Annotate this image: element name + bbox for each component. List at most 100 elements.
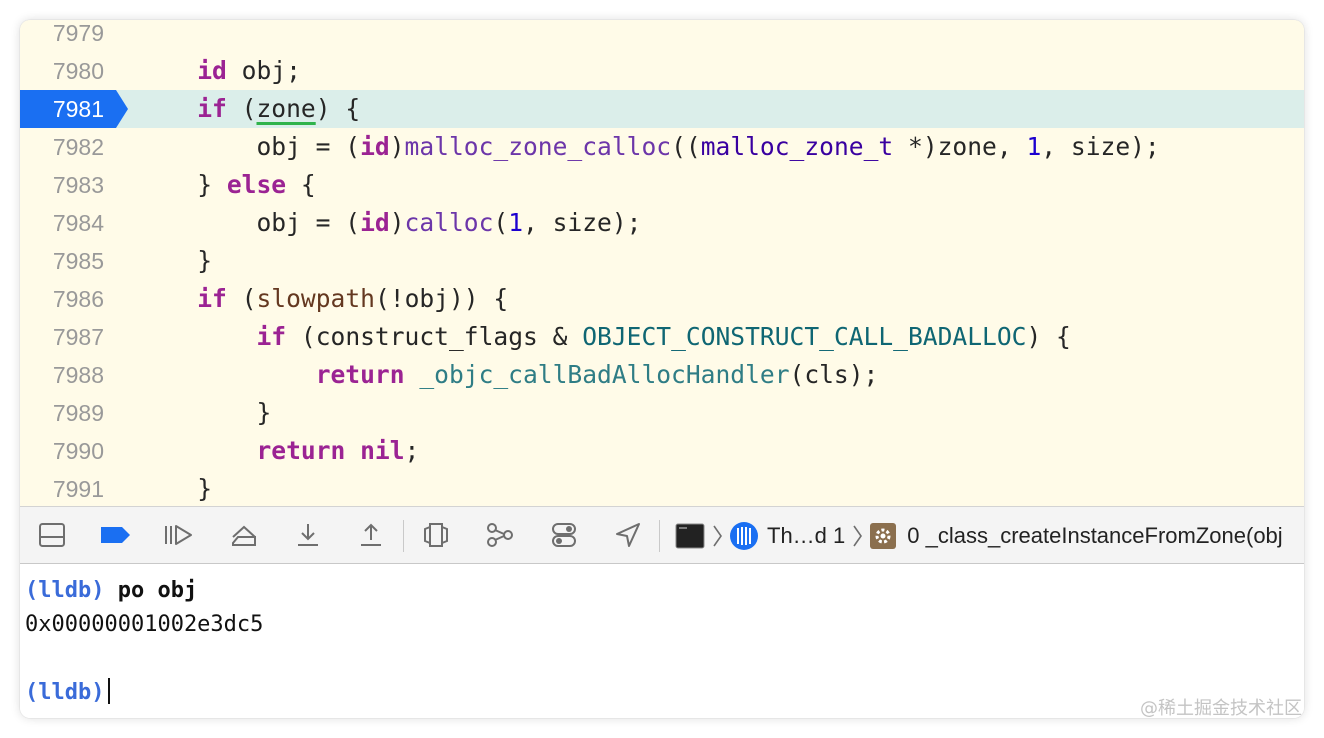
token: *)zone, bbox=[893, 132, 1027, 161]
code-line[interactable]: 7980 id obj; bbox=[20, 52, 1304, 90]
stack-frame-gear-icon bbox=[870, 523, 897, 549]
code-text: id obj; bbox=[138, 52, 301, 90]
breadcrumb-thread[interactable]: Th…d 1 bbox=[767, 523, 845, 549]
code-line[interactable]: 7990 return nil; bbox=[20, 432, 1304, 470]
token-num: 1 bbox=[1026, 132, 1042, 161]
code-line[interactable]: 7987 if (construct_flags & OBJECT_CONSTR… bbox=[20, 318, 1304, 356]
token-kw: else bbox=[226, 170, 287, 199]
code-text: if (slowpath(!obj)) { bbox=[138, 280, 508, 318]
code-text: obj = (id)malloc_zone_calloc((malloc_zon… bbox=[138, 128, 1160, 166]
token: } bbox=[138, 246, 213, 275]
code-line[interactable]: 7989 } bbox=[20, 394, 1304, 432]
code-line[interactable]: 7988 return _objc_callBadAllocHandler(cl… bbox=[20, 356, 1304, 394]
line-number[interactable]: 7988 bbox=[20, 356, 104, 394]
code-text: if (zone) { bbox=[138, 90, 360, 128]
line-number[interactable]: 7989 bbox=[20, 394, 104, 432]
code-line[interactable]: 7986 if (slowpath(!obj)) { bbox=[20, 280, 1304, 318]
token-kw: id bbox=[360, 208, 390, 237]
token-kw: if bbox=[197, 94, 227, 123]
token-kw: if bbox=[256, 322, 287, 351]
token-func: calloc bbox=[404, 208, 494, 237]
line-number[interactable]: 7980 bbox=[20, 52, 104, 90]
breakpoint-icon bbox=[101, 527, 130, 543]
code-text: obj = (id)calloc(1, size); bbox=[138, 204, 641, 242]
lldb-prompt: (lldb) bbox=[25, 578, 105, 603]
token-kw: return bbox=[315, 360, 405, 389]
memory-graph-icon bbox=[487, 523, 513, 547]
code-line[interactable]: 7983 } else { bbox=[20, 166, 1304, 204]
line-number[interactable]: 7983 bbox=[20, 166, 104, 204]
code-line[interactable]: 7979 bbox=[20, 20, 1304, 52]
console-input-line[interactable]: (lldb) bbox=[25, 676, 111, 710]
token: ) bbox=[389, 208, 405, 237]
token-num: 1 bbox=[508, 208, 524, 237]
line-number[interactable]: 7981 bbox=[20, 90, 104, 128]
token: } bbox=[138, 474, 213, 503]
line-number[interactable]: 7984 bbox=[20, 204, 104, 242]
terminal-app-icon[interactable] bbox=[675, 523, 705, 549]
code-line-current[interactable]: 7981 if (zone) { bbox=[20, 90, 1304, 128]
line-number[interactable]: 7987 bbox=[20, 318, 104, 356]
token: ( bbox=[226, 284, 257, 313]
token-kw: nil bbox=[360, 436, 405, 465]
continue-button[interactable] bbox=[161, 518, 197, 552]
token: obj = ( bbox=[138, 132, 361, 161]
step-into-button[interactable] bbox=[290, 518, 326, 552]
debug-memory-graph-button[interactable] bbox=[482, 518, 518, 552]
code-line[interactable]: 7984 obj = (id)calloc(1, size); bbox=[20, 204, 1304, 242]
token: ) { bbox=[1026, 322, 1071, 351]
line-number[interactable]: 7985 bbox=[20, 242, 104, 280]
console-command-line: (lldb) po obj bbox=[25, 574, 197, 608]
token-kw: if bbox=[197, 284, 227, 313]
token-fn2: _objc_callBadAllocHandler bbox=[419, 360, 790, 389]
line-number[interactable]: 7986 bbox=[20, 280, 104, 318]
step-out-button[interactable] bbox=[353, 518, 389, 552]
continue-icon bbox=[165, 525, 192, 545]
debug-view-hierarchy-button[interactable] bbox=[418, 518, 454, 552]
code-line[interactable]: 7985 } bbox=[20, 242, 1304, 280]
environment-overrides-button[interactable] bbox=[546, 518, 582, 552]
token-kw: id bbox=[197, 56, 227, 85]
xcode-window: 7979 7980 id obj; 7981 if (zone) {7982 obj… bbox=[20, 20, 1304, 718]
hide-debug-area-button[interactable] bbox=[34, 518, 70, 552]
token: , size); bbox=[1041, 132, 1160, 161]
lldb-console[interactable]: (lldb) po obj 0x00000001002e3dc5 (lldb) bbox=[20, 564, 1304, 718]
lldb-prompt: (lldb) bbox=[25, 680, 105, 705]
step-over-icon bbox=[232, 525, 256, 546]
code-text: } else { bbox=[138, 166, 315, 204]
line-number[interactable]: 7982 bbox=[20, 128, 104, 166]
code-text: } bbox=[138, 470, 212, 506]
token-func: malloc_zone_calloc bbox=[404, 132, 672, 161]
code-line[interactable]: 7991 } bbox=[20, 470, 1304, 506]
code-text: return _objc_callBadAllocHandler(cls); bbox=[138, 356, 879, 394]
line-number[interactable]: 7990 bbox=[20, 432, 104, 470]
step-over-button[interactable] bbox=[226, 518, 262, 552]
token-kw: return bbox=[256, 436, 346, 465]
token: (!obj)) { bbox=[374, 284, 509, 313]
token: ) { bbox=[315, 94, 361, 123]
location-arrow-icon bbox=[616, 523, 640, 547]
simulate-location-button[interactable] bbox=[610, 518, 646, 552]
code-text: return nil; bbox=[138, 432, 419, 470]
token-warn: zone bbox=[256, 94, 316, 123]
text-cursor bbox=[108, 678, 111, 704]
breadcrumb-stack-frame[interactable]: 0 _class_createInstanceFromZone(obj bbox=[907, 523, 1282, 549]
breakpoints-toggle-button[interactable] bbox=[98, 518, 134, 552]
line-number[interactable]: 7991 bbox=[20, 470, 104, 506]
token: (construct_flags & bbox=[286, 322, 583, 351]
step-into-icon bbox=[298, 524, 318, 546]
panel-bottom-icon bbox=[39, 523, 65, 547]
source-editor[interactable]: 7979 7980 id obj; 7981 if (zone) {7982 obj… bbox=[20, 20, 1304, 506]
toolbar-separator bbox=[659, 520, 660, 552]
token: obj; bbox=[226, 56, 301, 85]
breadcrumb: Th…d 1 0 _class_createInstanceFromZone(o… bbox=[675, 507, 1283, 565]
token-slow: slowpath bbox=[256, 284, 375, 313]
toggles-icon bbox=[552, 523, 576, 547]
token: , size); bbox=[523, 208, 642, 237]
watermark: @稀土掘金技术社区 bbox=[1140, 698, 1302, 719]
code-line[interactable]: 7982 obj = (id)malloc_zone_calloc((mallo… bbox=[20, 128, 1304, 166]
line-number[interactable]: 7979 bbox=[20, 20, 104, 52]
